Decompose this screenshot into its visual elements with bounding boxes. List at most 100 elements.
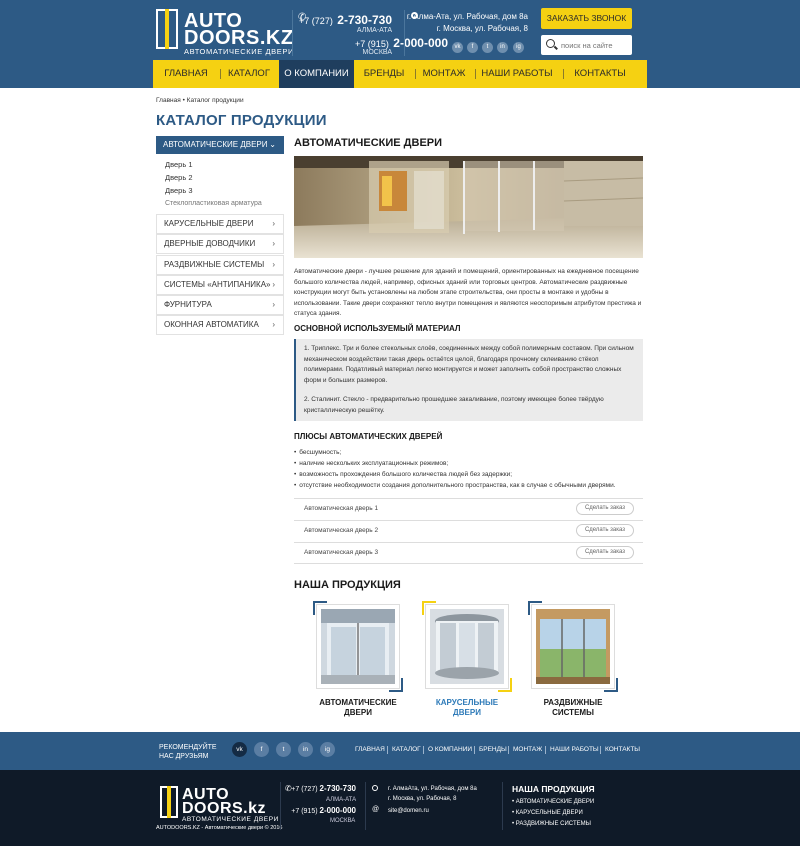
facebook-icon[interactable]: f xyxy=(467,42,478,53)
order-row: Автоматическая дверь 2 Сделать заказ xyxy=(294,520,643,542)
pros-list: бесшумность; наличие нескольких эксплуат… xyxy=(294,447,646,491)
breadcrumb: Главная • Каталог продукции xyxy=(156,97,244,104)
material-item: 1. Триплекс. Три и более стекольных слоё… xyxy=(304,345,634,384)
product-image xyxy=(316,604,400,689)
product-label[interactable]: АВТОМАТИЧЕСКИЕ ДВЕРИ xyxy=(308,698,408,718)
order-row: Автоматическая дверь 1 Сделать заказ xyxy=(294,498,643,520)
location-pin-icon xyxy=(372,785,378,791)
nav-item-about[interactable]: О КОМПАНИИ xyxy=(279,60,354,88)
product-card-sliding[interactable] xyxy=(528,601,618,692)
order-button[interactable]: Сделать заказ xyxy=(576,524,634,537)
hero-image xyxy=(294,156,643,258)
address-moscow: г. Москва, ул. Рабочая, 8 xyxy=(436,24,528,33)
city-almaty: АЛМА-АТА xyxy=(356,27,392,34)
footer-product-link[interactable]: • АВТОМАТИЧЕСКИЕ ДВЕРИ xyxy=(512,799,594,805)
footer-nav-catalog[interactable]: КАТАЛОГ xyxy=(392,746,421,753)
list-item: наличие нескольких эксплуатационных режи… xyxy=(294,458,646,469)
vk-icon[interactable]: vk xyxy=(232,742,247,757)
sidebar-item-door-closers[interactable]: ДВЕРНЫЕ ДОВОДЧИКИ › xyxy=(156,234,284,254)
linkedin-icon[interactable]: in xyxy=(298,742,313,757)
sidebar-item-label: АВТОМАТИЧЕСКИЕ ДВЕРИ xyxy=(163,140,268,149)
sidebar-item-carousel-doors[interactable]: КАРУСЕЛЬНЫЕ ДВЕРИ › xyxy=(156,214,284,234)
recommend-text: РЕКОМЕНДУЙТЕ НАС ДРУЗЬЯМ xyxy=(159,744,217,760)
footer-product-link[interactable]: • РАЗДВИЖНЫЕ СИСТЕМЫ xyxy=(512,821,591,827)
material-quote: 1. Триплекс. Три и более стекольных слоё… xyxy=(294,339,643,421)
footer-phone-moscow[interactable]: +7 (915) 2-000-000 xyxy=(291,806,356,815)
copyright: AUTODOORS.KZ - Автоматические двери © 20… xyxy=(156,825,283,831)
sidebar-item-window-automation[interactable]: ОКОННАЯ АВТОМАТИКА › xyxy=(156,315,284,335)
logo-door-icon xyxy=(156,9,178,49)
nav-item-works[interactable]: НАШИ РАБОТЫ xyxy=(479,60,555,88)
footer-product-link[interactable]: • КАРУСЕЛЬНЫЕ ДВЕРИ xyxy=(512,810,583,816)
instagram-icon[interactable]: ig xyxy=(513,42,524,53)
search-input[interactable] xyxy=(561,38,627,52)
product-card-carousel[interactable] xyxy=(422,601,512,692)
breadcrumb-current: Каталог продукции xyxy=(186,97,244,104)
footer-nav-home[interactable]: ГЛАВНАЯ xyxy=(355,746,385,753)
footer-email[interactable]: site@domen.ru xyxy=(388,806,429,816)
nav-item-installation[interactable]: МОНТАЖ xyxy=(419,60,469,88)
sidebar-subitem[interactable]: Дверь 3 xyxy=(165,186,192,195)
footer-nav-brands[interactable]: БРЕНДЫ xyxy=(479,746,507,753)
linkedin-icon[interactable]: in xyxy=(497,42,508,53)
list-item: возможность прохождения большого количес… xyxy=(294,469,646,480)
content-heading: АВТОМАТИЧЕСКИЕ ДВЕРИ xyxy=(294,137,443,149)
footer-nav-about[interactable]: О КОМПАНИИ xyxy=(428,746,472,753)
footer-nav-installation[interactable]: МОНТАЖ xyxy=(513,746,542,753)
product-label[interactable]: РАЗДВИЖНЫЕ СИСТЕМЫ xyxy=(523,698,623,718)
sliding-door-photo xyxy=(536,609,610,684)
product-card-automatic[interactable] xyxy=(313,601,403,692)
facebook-icon[interactable]: f xyxy=(254,742,269,757)
instagram-icon[interactable]: ig xyxy=(320,742,335,757)
chevron-right-icon: › xyxy=(272,260,275,269)
sidebar-item-label: ДВЕРНЫЕ ДОВОДЧИКИ xyxy=(164,239,256,248)
sidebar-subitem[interactable]: Стеклопластиковая арматура xyxy=(165,200,262,207)
sidebar-item-sliding-systems[interactable]: РАЗДВИЖНЫЕ СИСТЕМЫ › xyxy=(156,255,284,275)
nav-divider xyxy=(415,69,416,79)
pros-heading: ПЛЮСЫ АВТОМАТИЧЕСКИХ ДВЕРЕЙ xyxy=(294,432,443,441)
list-item: бесшумность; xyxy=(294,447,646,458)
sidebar-subitem[interactable]: Дверь 2 xyxy=(165,173,192,182)
sidebar-item-label: СИСТЕМЫ «АНТИПАНИКА» xyxy=(164,280,271,289)
nav-item-contacts[interactable]: КОНТАКТЫ xyxy=(567,60,633,88)
header-divider xyxy=(292,10,293,56)
footer-nav-contacts[interactable]: КОНТАКТЫ xyxy=(605,746,640,753)
product-image xyxy=(531,604,615,689)
callback-button[interactable]: ЗАКАЗАТЬ ЗВОНОК xyxy=(541,8,632,29)
chevron-right-icon: › xyxy=(272,219,275,228)
sidebar-item-hardware[interactable]: ФУРНИТУРА › xyxy=(156,295,284,315)
twitter-icon[interactable]: t xyxy=(276,742,291,757)
order-button[interactable]: Сделать заказ xyxy=(576,502,634,515)
nav-item-catalog[interactable]: КАТАЛОГ xyxy=(225,60,273,88)
nav-divider xyxy=(475,69,476,79)
search-icon[interactable] xyxy=(546,39,555,48)
order-item-name: Автоматическая дверь 3 xyxy=(304,549,379,556)
chevron-down-icon: ⌄ xyxy=(269,140,276,149)
logo-door-icon xyxy=(160,786,178,818)
nav-item-brands[interactable]: БРЕНДЫ xyxy=(359,60,409,88)
sidebar-item-automatic-doors[interactable]: АВТОМАТИЧЕСКИЕ ДВЕРИ ⌄ xyxy=(156,136,284,154)
footer-logo[interactable]: AUTO DOORS.kz АВТОМАТИЧЕСКИЕ ДВЕРИ xyxy=(160,786,278,826)
vk-icon[interactable]: vk xyxy=(452,42,463,53)
product-label[interactable]: КАРУСЕЛЬНЫЕ ДВЕРИ xyxy=(417,698,517,718)
chevron-right-icon: › xyxy=(272,320,275,329)
nav-item-home[interactable]: ГЛАВНАЯ xyxy=(161,60,211,88)
page-title: КАТАЛОГ ПРОДУКЦИИ xyxy=(156,112,327,129)
header-divider xyxy=(404,10,405,56)
order-button[interactable]: Сделать заказ xyxy=(576,546,634,559)
sidebar-subitem[interactable]: Дверь 1 xyxy=(165,160,192,169)
breadcrumb-home[interactable]: Главная xyxy=(156,97,181,104)
twitter-icon[interactable]: t xyxy=(482,42,493,53)
main-nav: ГЛАВНАЯ КАТАЛОГ О КОМПАНИИ БРЕНДЫ МОНТАЖ… xyxy=(153,60,647,88)
footer-phone-almaty[interactable]: +7 (727) 2-730-730 xyxy=(291,784,356,793)
sidebar-item-label: РАЗДВИЖНЫЕ СИСТЕМЫ xyxy=(164,260,265,269)
footer-nav-works[interactable]: НАШИ РАБОТЫ xyxy=(550,746,599,753)
sidebar-item-antipanic[interactable]: СИСТЕМЫ «АНТИПАНИКА» › xyxy=(156,275,284,295)
address-almaty: г. Алма-Ата, ул. Рабочая, дом 8а xyxy=(406,12,528,21)
city-moscow: МОСКВА xyxy=(362,49,392,56)
site-footer: AUTO DOORS.kz АВТОМАТИЧЕСКИЕ ДВЕРИ AUTOD… xyxy=(0,770,800,846)
site-logo[interactable]: AUTO DOORS.KZ АВТОМАТИЧЕСКИЕ ДВЕРИ xyxy=(156,9,293,57)
carousel-door-photo xyxy=(430,609,504,684)
products-heading: НАША ПРОДУКЦИЯ xyxy=(294,579,401,591)
order-row: Автоматическая дверь 3 Сделать заказ xyxy=(294,542,643,564)
